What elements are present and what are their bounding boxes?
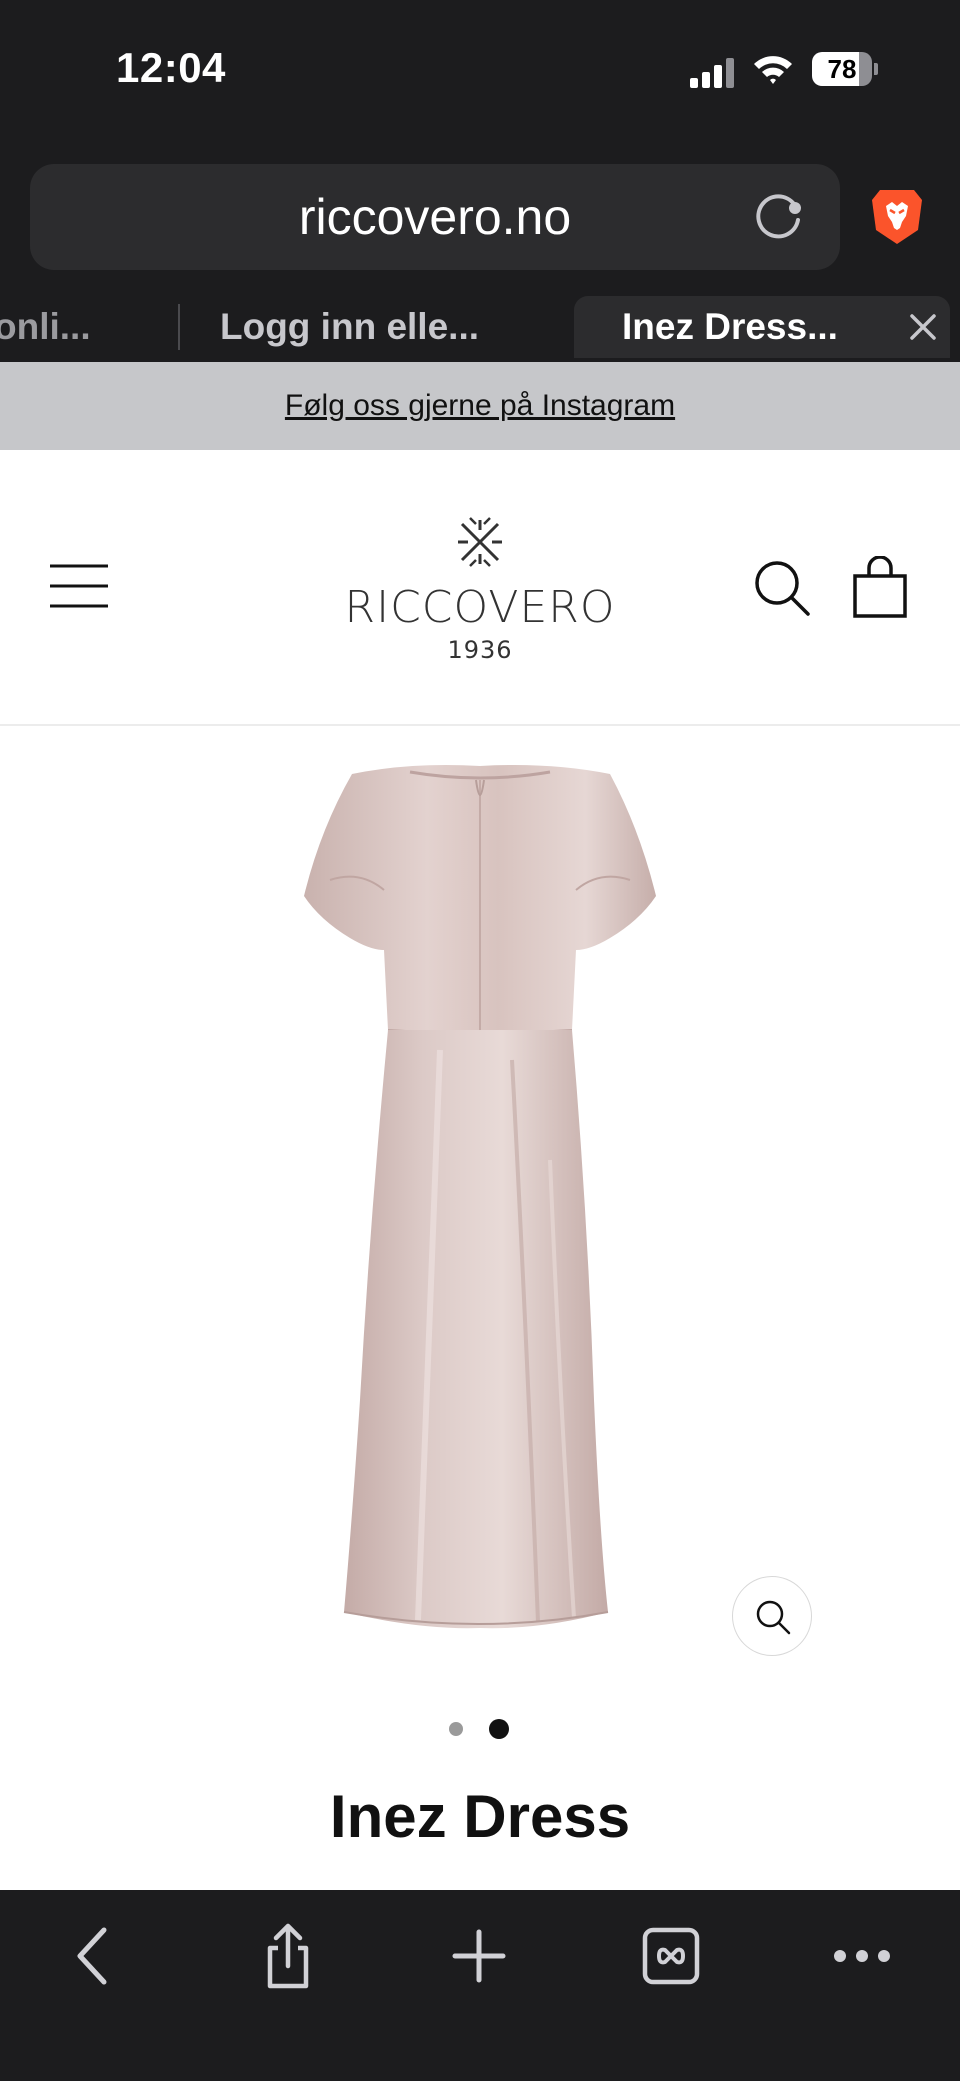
site-header: RICCOVERO 1936 — [0, 450, 960, 726]
browser-toolbar — [0, 1890, 960, 2081]
address-bar[interactable]: riccovero.no — [30, 164, 840, 270]
logo-year: 1936 — [447, 636, 513, 664]
logo-wordmark[interactable]: RICCOVERO — [330, 582, 630, 633]
more-icon[interactable] — [826, 1920, 898, 1992]
share-icon[interactable] — [252, 1920, 324, 1992]
zoom-icon — [756, 1600, 791, 1635]
tab-inez-dress[interactable]: Inez Dress... — [622, 296, 838, 358]
shopping-bag-icon[interactable] — [852, 556, 908, 618]
status-time: 12:04 — [116, 44, 226, 91]
close-icon[interactable] — [904, 308, 942, 346]
riccovero-logo-icon — [458, 517, 502, 567]
cellular-signal-icon — [690, 56, 734, 88]
tab-onli[interactable]: onli... — [0, 296, 91, 358]
search-icon[interactable] — [752, 558, 812, 618]
product-title: Inez Dress — [329, 1783, 631, 1850]
battery-percent: 78 — [827, 54, 857, 84]
zoom-button[interactable] — [732, 1576, 812, 1656]
product-image[interactable] — [290, 760, 670, 1642]
wifi-icon — [754, 56, 792, 84]
battery-icon: 78 — [812, 52, 878, 88]
instagram-link[interactable]: Følg oss gjerne på Instagram — [0, 362, 960, 450]
announcement-bar: Følg oss gjerne på Instagram — [0, 362, 960, 450]
url-text[interactable]: riccovero.no — [30, 164, 840, 270]
brave-shield-icon[interactable] — [868, 186, 926, 248]
image-dot-1[interactable] — [449, 1722, 463, 1736]
tab-strip: onli... Logg inn elle... Inez Dress... — [0, 296, 960, 362]
chevron-left-icon[interactable] — [58, 1920, 130, 1992]
plus-icon[interactable] — [443, 1920, 515, 1992]
tab-logg-inn[interactable]: Logg inn elle... — [220, 296, 479, 358]
hamburger-menu-icon[interactable] — [48, 562, 110, 610]
tabs-icon[interactable] — [635, 1920, 707, 1992]
tab-separator — [178, 304, 180, 350]
image-dot-2-active[interactable] — [489, 1719, 509, 1739]
reload-icon[interactable] — [750, 190, 806, 246]
